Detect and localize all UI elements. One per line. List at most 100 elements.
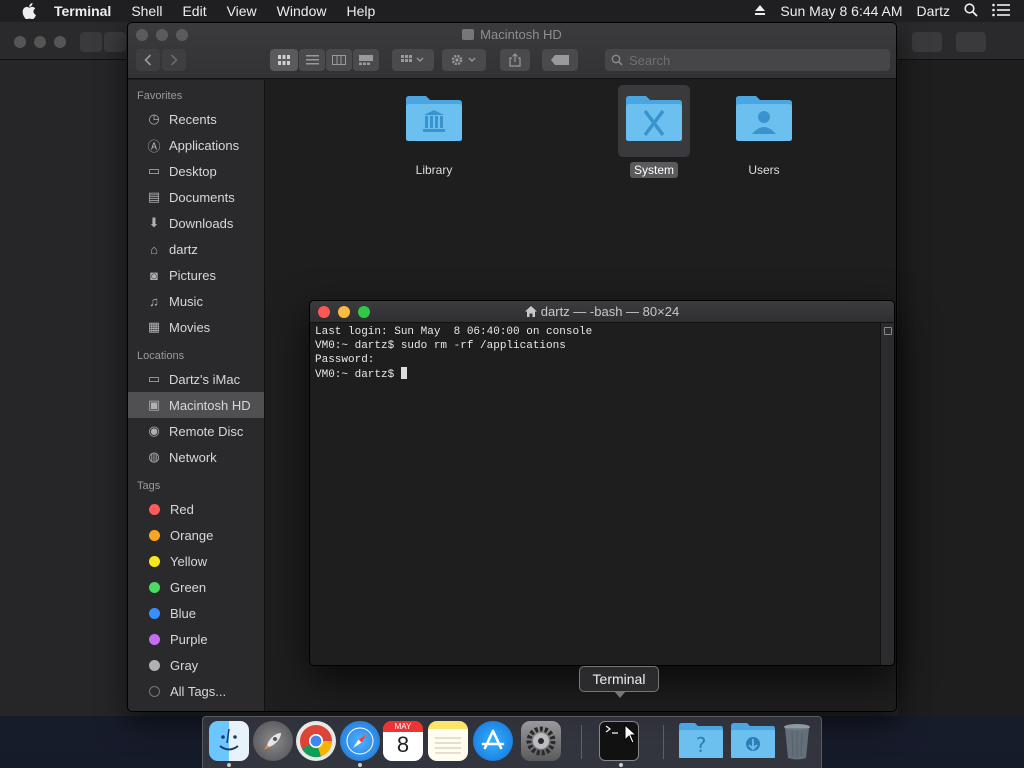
sidebar-item-pictures[interactable]: ◙ Pictures [128,262,264,288]
terminal-line: Last login: Sun May 8 06:40:00 on consol… [315,326,593,338]
sidebar-item-applications[interactable]: Ⓐ Applications [128,132,264,158]
sidebar-all-tags[interactable]: All Tags... [128,678,264,704]
terminal-title: dartz — -bash — 80×24 [310,304,894,319]
sidebar-item-desktop[interactable]: ▭ Desktop [128,158,264,184]
gear-icon [451,54,476,66]
terminal-titlebar[interactable]: dartz — -bash — 80×24 [310,301,894,323]
terminal-scrollbar[interactable] [880,323,894,665]
bg-tabs-button[interactable] [956,32,986,52]
document-icon: ▤ [147,189,161,204]
finder-dock-icon[interactable] [209,721,249,761]
folder-library[interactable]: Library [384,85,484,178]
forward-button[interactable] [162,49,186,71]
dock: MAY 8 ? [202,716,822,768]
bg-minimize-button[interactable] [34,36,46,48]
sidebar-item-home[interactable]: ⌂ dartz [128,236,264,262]
chrome-dock-icon[interactable] [296,721,336,761]
sidebar-item-label: Applications [169,137,240,153]
sidebar-item-label: Dartz's iMac [169,371,241,387]
notes-dock-icon[interactable] [428,721,468,761]
terminal-output[interactable]: Last login: Sun May 8 06:40:00 on consol… [310,323,880,665]
sidebar-item-downloads[interactable]: ⬇ Downloads [128,210,264,236]
help-folder-icon: ? [679,723,723,758]
sidebar-item-network[interactable]: ◍ Network [128,444,264,470]
menu-window[interactable]: Window [267,0,337,22]
help-folder-dock-icon[interactable]: ? [677,721,725,761]
apple-menu-icon[interactable] [18,0,40,22]
dock-separator [663,725,664,759]
sidebar-tag-yellow[interactable]: Yellow [128,548,264,574]
sidebar-tag-blue[interactable]: Blue [128,600,264,626]
sidebar-item-label: Yellow [170,553,208,569]
background-window-side [898,60,1024,716]
tag-dot-icon [149,529,160,541]
downloads-folder-dock-icon[interactable] [729,721,777,761]
sidebar-item-remote-disc[interactable]: ◉ Remote Disc [128,418,264,444]
calendar-dock-icon[interactable]: MAY 8 [383,721,423,761]
sidebar-item-label: Downloads [169,215,234,231]
bg-zoom-button[interactable] [54,36,66,48]
bg-forward-button[interactable] [104,32,126,52]
sidebar-item-label: Macintosh HD [169,397,251,413]
folder-system[interactable]: System [604,85,704,178]
group-by-button[interactable] [392,49,434,71]
sidebar-item-documents[interactable]: ▤ Documents [128,184,264,210]
spotlight-search-icon[interactable] [964,2,978,20]
notification-center-icon[interactable] [992,3,1010,20]
view-gallery-button[interactable] [353,49,379,71]
search-input[interactable] [629,52,869,68]
finder-sidebar: Favorites ◷ Recents Ⓐ Applications ▭ Deskto… [128,80,265,711]
sidebar-section-favorites: Favorites [137,90,183,102]
menu-edit[interactable]: Edit [172,0,216,22]
edit-tags-button[interactable] [542,49,578,71]
folder-label: Library [415,163,453,177]
sidebar-tag-gray[interactable]: Gray [128,652,264,678]
bg-back-button[interactable] [80,32,102,52]
action-menu-button[interactable] [442,49,486,71]
folder-users[interactable]: Users [714,85,814,178]
menu-help[interactable]: Help [336,0,385,22]
menu-view[interactable]: View [217,0,267,22]
view-columns-button[interactable] [326,49,352,71]
svg-text:?: ? [696,733,707,757]
terminal-prompt-line: VM0:~ dartz$ [315,367,875,382]
system-preferences-dock-icon[interactable] [521,721,561,761]
menu-app-terminal[interactable]: Terminal [54,0,121,22]
sidebar-tag-purple[interactable]: Purple [128,626,264,652]
share-button[interactable] [500,49,530,71]
sidebar-item-imac[interactable]: ▭ Dartz's iMac [128,366,264,392]
view-list-button[interactable] [299,49,325,71]
terminal-window[interactable]: dartz — -bash — 80×24 Last login: Sun Ma… [309,300,895,666]
sidebar-tag-green[interactable]: Green [128,574,264,600]
applications-icon: Ⓐ [147,138,161,154]
scrollbar-thumb[interactable] [884,327,892,335]
users-folder-icon [736,96,792,141]
sidebar-item-label: Desktop [169,163,217,179]
search-field[interactable] [605,49,890,71]
sidebar-item-recents[interactable]: ◷ Recents [128,106,264,132]
home-icon [524,306,537,317]
bg-close-button[interactable] [14,36,26,48]
disc-icon: ◉ [148,423,160,438]
menu-shell[interactable]: Shell [121,0,172,22]
app-store-dock-icon[interactable] [473,721,513,761]
menubar-clock[interactable]: Sun May 8 6:44 AM [780,3,902,19]
sidebar-tag-red[interactable]: Red [128,496,264,522]
dock-separator [581,725,582,759]
menubar-user[interactable]: Dartz [917,3,950,19]
sidebar-tag-orange[interactable]: Orange [128,522,264,548]
back-button[interactable] [136,49,160,71]
eject-icon[interactable] [754,3,766,19]
launchpad-dock-icon[interactable] [253,721,293,761]
sidebar-item-macintosh-hd[interactable]: ▣ Macintosh HD [128,392,264,418]
sidebar-item-movies[interactable]: ▦ Movies [128,314,264,340]
bg-share-button[interactable] [912,32,942,52]
sidebar-item-label: Movies [169,319,211,335]
trash-dock-icon[interactable] [781,721,813,761]
safari-dock-icon[interactable] [340,721,380,761]
terminal-prompt: VM0:~ dartz$ [315,369,401,381]
calendar-month: MAY [383,721,423,732]
sidebar-item-music[interactable]: ♫ Music [128,288,264,314]
view-icons-button[interactable] [270,49,298,71]
hard-disk-icon: ▣ [147,397,161,412]
